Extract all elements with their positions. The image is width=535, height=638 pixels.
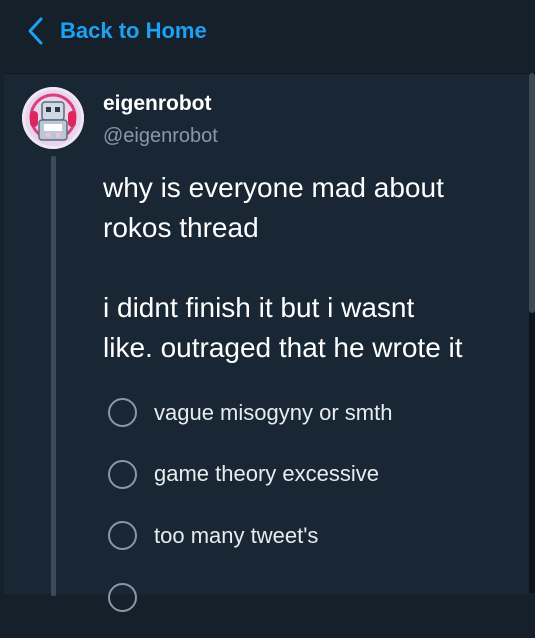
display-name[interactable]: eigenrobot	[103, 90, 212, 118]
poll-option-label: vague misogyny or smth	[154, 399, 393, 425]
robot-avatar-image	[22, 87, 84, 149]
poll-option-game-theory[interactable]: game theory excessive	[108, 454, 392, 495]
poll-option-too-many-tweets[interactable]: too many tweet's	[108, 515, 392, 556]
tweet-text-line: rokos thread	[103, 212, 259, 243]
thread-connector-line	[51, 156, 56, 596]
radio-button-icon[interactable]	[108, 521, 137, 550]
scrollbar-thumb[interactable]	[529, 73, 535, 313]
tweet-text-line: like. outraged that he wrote it	[103, 332, 463, 363]
user-handle[interactable]: @eigenrobot	[103, 122, 218, 150]
poll-option-vague-misogyny[interactable]: vague misogyny or smth	[108, 392, 392, 433]
tweet-text: why is everyone mad about rokos thread i…	[103, 168, 523, 368]
avatar[interactable]	[22, 87, 84, 149]
top-bar: Back to Home	[0, 0, 535, 64]
radio-button-icon[interactable]	[108, 398, 137, 427]
chevron-left-icon	[26, 16, 46, 46]
poll-option-fourth[interactable]	[108, 577, 392, 618]
back-to-home-label: Back to Home	[60, 18, 207, 43]
tweet-text-line: why is everyone mad about	[103, 172, 444, 203]
poll-option-label: game theory excessive	[154, 461, 379, 486]
poll-option-label: too many tweet's	[154, 522, 319, 548]
tweet-text-line: i didnt finish it but i wasnt	[103, 292, 415, 323]
back-to-home-button[interactable]: Back to Home	[26, 16, 207, 46]
radio-button-icon[interactable]	[108, 459, 137, 489]
poll: vague misogyny or smth game theory exces…	[108, 392, 392, 638]
